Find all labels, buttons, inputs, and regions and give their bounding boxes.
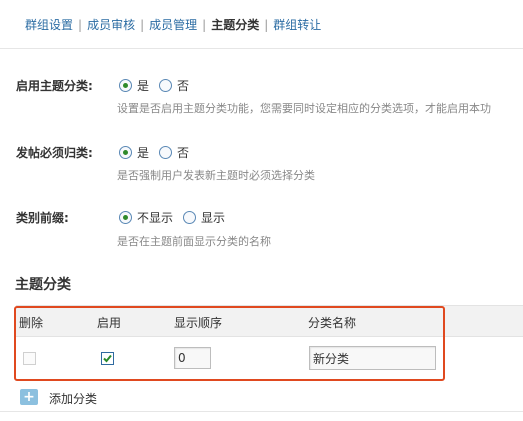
highlight-box	[14, 306, 445, 381]
require-category-yes-label[interactable]: 是	[137, 144, 149, 161]
tab-separator: |	[202, 18, 207, 32]
tab-member-management[interactable]: 成员管理	[149, 18, 197, 32]
tab-separator: |	[140, 18, 145, 32]
category-prefix-hide-label[interactable]: 不显示	[137, 209, 173, 226]
plus-icon[interactable]: +	[20, 389, 38, 405]
tab-separator: |	[264, 18, 269, 32]
tab-member-review[interactable]: 成员审核	[87, 18, 135, 32]
enable-category-radio-group: 是 否	[119, 77, 199, 93]
category-prefix-show-radio[interactable]	[183, 210, 197, 224]
category-prefix-hide-radio[interactable]	[119, 210, 132, 224]
enable-category-label: 启用主题分类:	[16, 79, 93, 93]
require-category-no-radio[interactable]	[159, 145, 173, 159]
require-category-yes-radio[interactable]	[119, 145, 132, 159]
bottom-divider	[0, 411, 523, 412]
tabs-divider	[0, 48, 523, 49]
tab-separator: |	[78, 18, 83, 32]
section-title: 主题分类	[15, 277, 71, 293]
category-prefix-show-label[interactable]: 显示	[201, 209, 225, 226]
enable-category-no-label[interactable]: 否	[177, 77, 189, 94]
enable-category-description: 设置是否启用主题分类功能，您需要同时设定相应的分类选项，才能启用本功	[117, 102, 491, 115]
add-category-link[interactable]: 添加分类	[49, 390, 97, 407]
category-prefix-description: 是否在主题前面显示分类的名称	[117, 235, 271, 248]
tab-group-transfer[interactable]: 群组转让	[273, 18, 321, 32]
category-prefix-label: 类别前缀:	[16, 211, 69, 225]
group-settings-tabs: 群组设置 | 成员审核 | 成员管理 | 主题分类 | 群组转让	[25, 16, 321, 34]
tab-topic-categories[interactable]: 主题分类	[211, 18, 259, 32]
enable-category-no-radio[interactable]	[159, 78, 173, 92]
tab-group-settings[interactable]: 群组设置	[25, 18, 73, 32]
require-category-label: 发帖必须归类:	[16, 146, 93, 160]
enable-category-yes-radio[interactable]	[119, 78, 132, 92]
category-prefix-radio-group: 不显示 显示	[119, 209, 235, 225]
require-category-radio-group: 是 否	[119, 144, 199, 160]
require-category-no-label[interactable]: 否	[177, 144, 189, 161]
require-category-description: 是否强制用户发表新主题时必须选择分类	[117, 169, 315, 182]
enable-category-yes-label[interactable]: 是	[137, 77, 149, 94]
